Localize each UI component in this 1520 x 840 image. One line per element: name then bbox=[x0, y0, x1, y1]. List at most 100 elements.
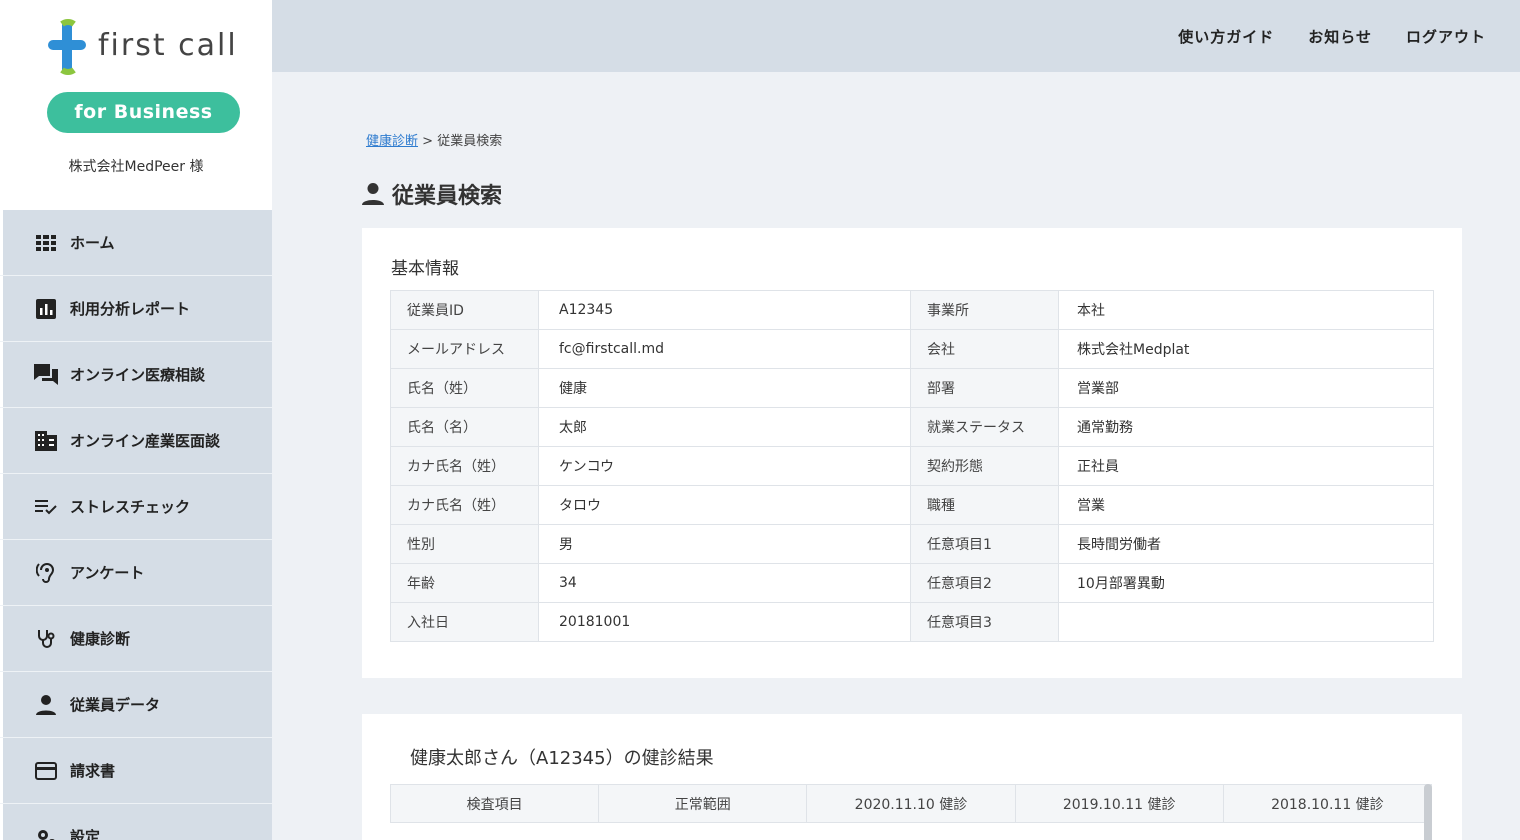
field-value: 健康 bbox=[538, 368, 911, 408]
sidebar-item-label: ホーム bbox=[70, 234, 115, 252]
field-value bbox=[1058, 602, 1434, 642]
breadcrumb-separator: > bbox=[422, 134, 434, 149]
field-value: A12345 bbox=[538, 290, 911, 330]
field-value: 営業 bbox=[1058, 485, 1434, 525]
sidebar-nav: ホーム 利用分析レポート オンライン医療相談 オンライン産業医面談 ストレスチェ… bbox=[0, 210, 272, 840]
field-label: 任意項目2 bbox=[910, 563, 1059, 603]
breadcrumb-current: 従業員検索 bbox=[437, 134, 503, 149]
sidebar-item-survey[interactable]: アンケート bbox=[0, 540, 272, 606]
field-value: 34 bbox=[538, 563, 911, 603]
field-label: 入社日 bbox=[390, 602, 539, 642]
news-link[interactable]: お知らせ bbox=[1308, 26, 1372, 47]
sidebar: first call for Business 株式会社MedPeer 様 ホー… bbox=[0, 0, 272, 840]
field-label: 従業員ID bbox=[390, 290, 539, 330]
sidebar-item-label: 健康診断 bbox=[70, 630, 131, 648]
field-value: 株式会社Medplat bbox=[1058, 329, 1434, 369]
page-title: 従業員検索 bbox=[362, 178, 502, 210]
field-value: 正社員 bbox=[1058, 446, 1434, 486]
grid-icon bbox=[34, 231, 58, 255]
guide-link[interactable]: 使い方ガイド bbox=[1178, 26, 1274, 47]
gears-icon bbox=[34, 825, 58, 840]
breadcrumb-link-health-checkup[interactable]: 健康診断 bbox=[366, 134, 418, 149]
field-label: カナ氏名（姓） bbox=[390, 446, 539, 486]
top-bar: 使い方ガイド お知らせ ログアウト bbox=[272, 0, 1520, 72]
for-business-badge: for Business bbox=[47, 92, 240, 133]
sidebar-item-label: 利用分析レポート bbox=[70, 300, 191, 318]
column-header: 正常範囲 bbox=[598, 784, 808, 823]
company-name: 株式会社MedPeer 様 bbox=[68, 159, 204, 175]
brand-area: first call for Business 株式会社MedPeer 様 bbox=[0, 0, 272, 210]
stethoscope-icon bbox=[34, 627, 58, 651]
column-header: 2020.11.10 健診 bbox=[806, 784, 1016, 823]
checkup-results-card: 健康太郎さん（A12345）の健診結果 検査項目 正常範囲 2020.11.10 健… bbox=[362, 714, 1462, 840]
table-header-row: 検査項目 正常範囲 2020.11.10 健診 2019.10.11 健診 2018.1… bbox=[389, 784, 1433, 823]
sidebar-item-home[interactable]: ホーム bbox=[0, 210, 272, 276]
field-label: 性別 bbox=[390, 524, 539, 564]
column-header: 2018.10.11 健診 bbox=[1222, 784, 1433, 823]
field-value: 長時間労働者 bbox=[1058, 524, 1434, 564]
table-row: カナ氏名（姓） タロウ 職種 営業 bbox=[390, 485, 1434, 525]
logo-mark-icon bbox=[48, 19, 86, 75]
sidebar-item-report[interactable]: 利用分析レポート bbox=[0, 276, 272, 342]
sidebar-item-label: 設定 bbox=[70, 828, 101, 840]
field-label: 任意項目1 bbox=[910, 524, 1059, 564]
field-label: カナ氏名（姓） bbox=[390, 485, 539, 525]
field-label: 年齢 bbox=[390, 563, 539, 603]
sidebar-item-settings[interactable]: 設定 bbox=[0, 804, 272, 840]
field-value: 営業部 bbox=[1058, 368, 1434, 408]
sidebar-item-label: アンケート bbox=[70, 564, 145, 582]
page-title-text: 従業員検索 bbox=[392, 184, 503, 209]
basic-info-title: 基本情報 bbox=[391, 259, 459, 279]
checkup-results-title: 健康太郎さん（A12345）の健診結果 bbox=[410, 748, 714, 769]
bar-chart-icon bbox=[34, 297, 58, 321]
field-label: メールアドレス bbox=[390, 329, 539, 369]
table-row: 年齢 34 任意項目2 10月部署異動 bbox=[390, 563, 1434, 603]
field-value: 通常勤務 bbox=[1058, 407, 1434, 447]
sidebar-item-health-checkup[interactable]: 健康診断 bbox=[0, 606, 272, 672]
field-label: 部署 bbox=[910, 368, 1059, 408]
results-scrollbar[interactable] bbox=[1424, 784, 1432, 840]
basic-info-card: 基本情報 従業員ID A12345 事業所 本社 メールアドレス fc@firstcall… bbox=[362, 228, 1462, 678]
credit-card-icon bbox=[34, 759, 58, 783]
sidebar-item-stress-check[interactable]: ストレスチェック bbox=[0, 474, 272, 540]
chat-bubbles-icon bbox=[34, 363, 58, 387]
breadcrumb: 健康診断 > 従業員検索 bbox=[366, 130, 502, 149]
field-label: 氏名（姓） bbox=[390, 368, 539, 408]
table-row: 従業員ID A12345 事業所 本社 bbox=[390, 290, 1434, 330]
field-label: 氏名（名） bbox=[390, 407, 539, 447]
column-header: 検査項目 bbox=[389, 784, 600, 823]
checklist-icon bbox=[34, 495, 58, 519]
sidebar-item-online-interview[interactable]: オンライン産業医面談 bbox=[0, 408, 272, 474]
logo-text: first call bbox=[98, 28, 238, 63]
sidebar-item-online-consult[interactable]: オンライン医療相談 bbox=[0, 342, 272, 408]
field-value: タロウ bbox=[538, 485, 911, 525]
column-header: 2019.10.11 健診 bbox=[1014, 784, 1224, 823]
sidebar-item-label: 請求書 bbox=[70, 762, 116, 780]
checkup-results-table: 検査項目 正常範囲 2020.11.10 健診 2019.10.11 健診 2018.1… bbox=[389, 784, 1433, 823]
table-row: 入社日 20181001 任意項目3 bbox=[390, 602, 1434, 642]
field-label: 職種 bbox=[910, 485, 1059, 525]
ear-icon bbox=[34, 561, 58, 585]
sidebar-item-label: 従業員データ bbox=[70, 696, 161, 714]
building-icon bbox=[34, 429, 58, 453]
field-label: 契約形態 bbox=[910, 446, 1059, 486]
field-value: fc@firstcall.md bbox=[538, 329, 911, 369]
sidebar-item-employee-data[interactable]: 従業員データ bbox=[0, 672, 272, 738]
field-value: ケンコウ bbox=[538, 446, 911, 486]
sidebar-item-label: オンライン産業医面談 bbox=[70, 432, 221, 450]
table-row: カナ氏名（姓） ケンコウ 契約形態 正社員 bbox=[390, 446, 1434, 486]
field-value: 本社 bbox=[1058, 290, 1434, 330]
field-label: 就業ステータス bbox=[910, 407, 1059, 447]
field-value: 男 bbox=[538, 524, 911, 564]
top-nav: 使い方ガイド お知らせ ログアウト bbox=[1178, 26, 1486, 47]
table-row: 氏名（姓） 健康 部署 営業部 bbox=[390, 368, 1434, 408]
table-row: 性別男任意項目1 長時間労働者 bbox=[390, 524, 1434, 564]
field-label: 事業所 bbox=[910, 290, 1059, 330]
logout-link[interactable]: ログアウト bbox=[1406, 26, 1486, 47]
field-value: 10月部署異動 bbox=[1058, 563, 1434, 603]
sidebar-item-label: オンライン医療相談 bbox=[70, 366, 206, 384]
sidebar-item-invoice[interactable]: 請求書 bbox=[0, 738, 272, 804]
table-row: メールアドレス fc@firstcall.md 会社 株式会社Medplat bbox=[390, 329, 1434, 369]
table-row: 氏名（名） 太郎 就業ステータス 通常勤務 bbox=[390, 407, 1434, 447]
field-value: 20181001 bbox=[538, 602, 911, 642]
